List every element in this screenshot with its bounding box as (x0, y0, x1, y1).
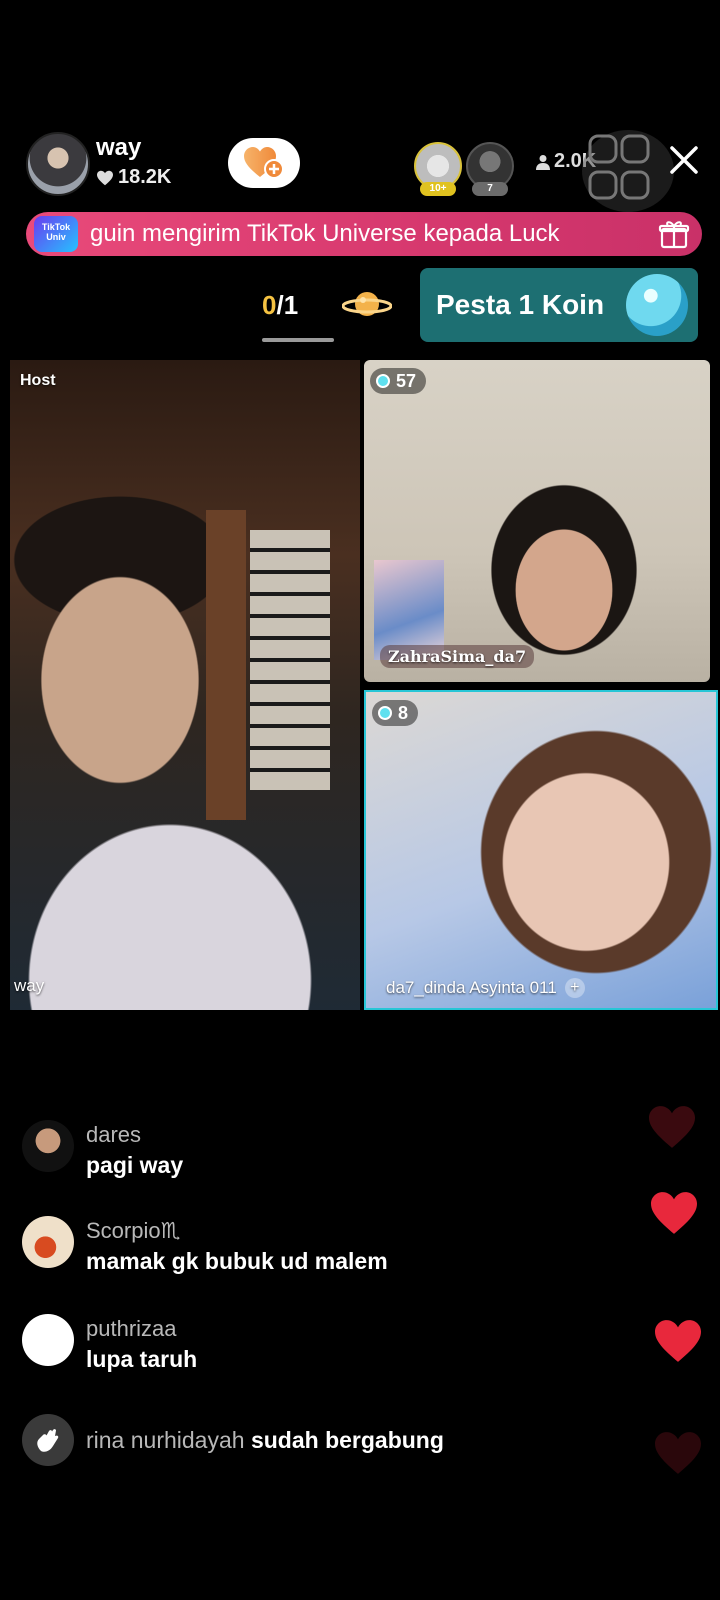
follow-button[interactable] (228, 138, 300, 188)
party-underline (262, 338, 334, 342)
guest-score: 57 (396, 370, 417, 391)
party-total: /1 (276, 290, 299, 320)
score-dot-icon (378, 706, 392, 720)
comment-item[interactable]: Scorpio♏ mamak gk bubuk ud malem (22, 1216, 388, 1275)
heart-icon (655, 1320, 701, 1362)
comment-item[interactable]: puthrizaa lupa taruh (22, 1314, 197, 1373)
join-username[interactable]: rina nurhidayah (86, 1427, 245, 1453)
guest-score: 8 (398, 702, 409, 723)
person-icon (536, 154, 550, 170)
close-button[interactable] (664, 140, 704, 180)
comment-item[interactable]: dares pagi way (22, 1120, 183, 1179)
party-progress[interactable]: 0/1 (262, 290, 298, 321)
host-video-tile[interactable]: Host way (10, 360, 360, 1010)
commenter-avatar[interactable] (22, 1314, 74, 1366)
host-name[interactable]: way (96, 134, 141, 162)
comment-username[interactable]: puthrizaa (86, 1316, 197, 1342)
commenter-avatar[interactable] (22, 1216, 74, 1268)
planet-icon[interactable] (341, 284, 393, 324)
host-tile-name: way (14, 976, 45, 995)
viewer-rank-badge: 7 (472, 182, 508, 196)
globe-icon (626, 274, 688, 336)
gift-icon[interactable] (654, 218, 694, 250)
pesta-label: Pesta 1 Koin (436, 289, 605, 320)
host-avatar[interactable] (26, 132, 90, 196)
heart-icon (649, 1106, 695, 1148)
guest-name[interactable]: ZahraSima_da7 (380, 645, 535, 668)
join-notice[interactable]: rina nurhidayah sudah bergabung (22, 1414, 444, 1466)
heart-add-icon (244, 147, 284, 179)
party-current: 0 (262, 290, 277, 320)
guest-score-badge: 8 (372, 700, 419, 726)
heart-icon (651, 1192, 697, 1234)
host-tag: Host (20, 372, 56, 389)
comment-text: mamak gk bubuk ud malem (86, 1248, 388, 1274)
pesta-koin-button[interactable]: Pesta 1 Koin (420, 268, 698, 342)
follow-plus-icon[interactable]: + (564, 978, 585, 998)
guest-score-badge: 57 (370, 368, 427, 394)
comment-text: lupa taruh (86, 1346, 198, 1372)
heart-icon (655, 1432, 701, 1474)
guest-video-tile-2[interactable]: 8 da7_dinda Asyinta 011 + (364, 690, 718, 1010)
background-building (250, 530, 330, 790)
comment-username[interactable]: dares (86, 1122, 183, 1148)
close-icon (670, 146, 698, 174)
host-likes: 18.2K (96, 166, 171, 189)
banner-text: guin mengirim TikTok Universe kepada Luc… (90, 220, 560, 247)
score-dot-icon (376, 374, 390, 388)
commenter-avatar[interactable] (22, 1120, 74, 1172)
comment-text: pagi way (86, 1152, 184, 1178)
gift-announcement-banner[interactable]: TikTok Univ guin mengirim TikTok Univers… (26, 212, 702, 256)
top-viewer-avatar-2[interactable]: 7 (466, 142, 514, 196)
top-viewer-avatar-1[interactable]: 10+ (414, 142, 462, 196)
wave-hand-icon (22, 1414, 74, 1466)
tiktok-universe-logo: TikTok Univ (34, 216, 78, 252)
likes-count: 18.2K (118, 166, 172, 188)
wooden-pillar (206, 510, 246, 820)
heart-small-icon (97, 170, 113, 185)
join-text: sudah bergabung (250, 1426, 444, 1453)
grid-layout-icon[interactable] (582, 130, 674, 212)
guest-name: da7_dinda Asyinta 011 (386, 978, 557, 997)
guest-name-row[interactable]: da7_dinda Asyinta 011 + (386, 978, 585, 998)
comment-username[interactable]: Scorpio♏ (86, 1218, 388, 1244)
viewer-rank-badge: 10+ (420, 182, 456, 196)
guest-video-tile-1[interactable]: 57 ZahraSima_da7 (364, 360, 710, 682)
